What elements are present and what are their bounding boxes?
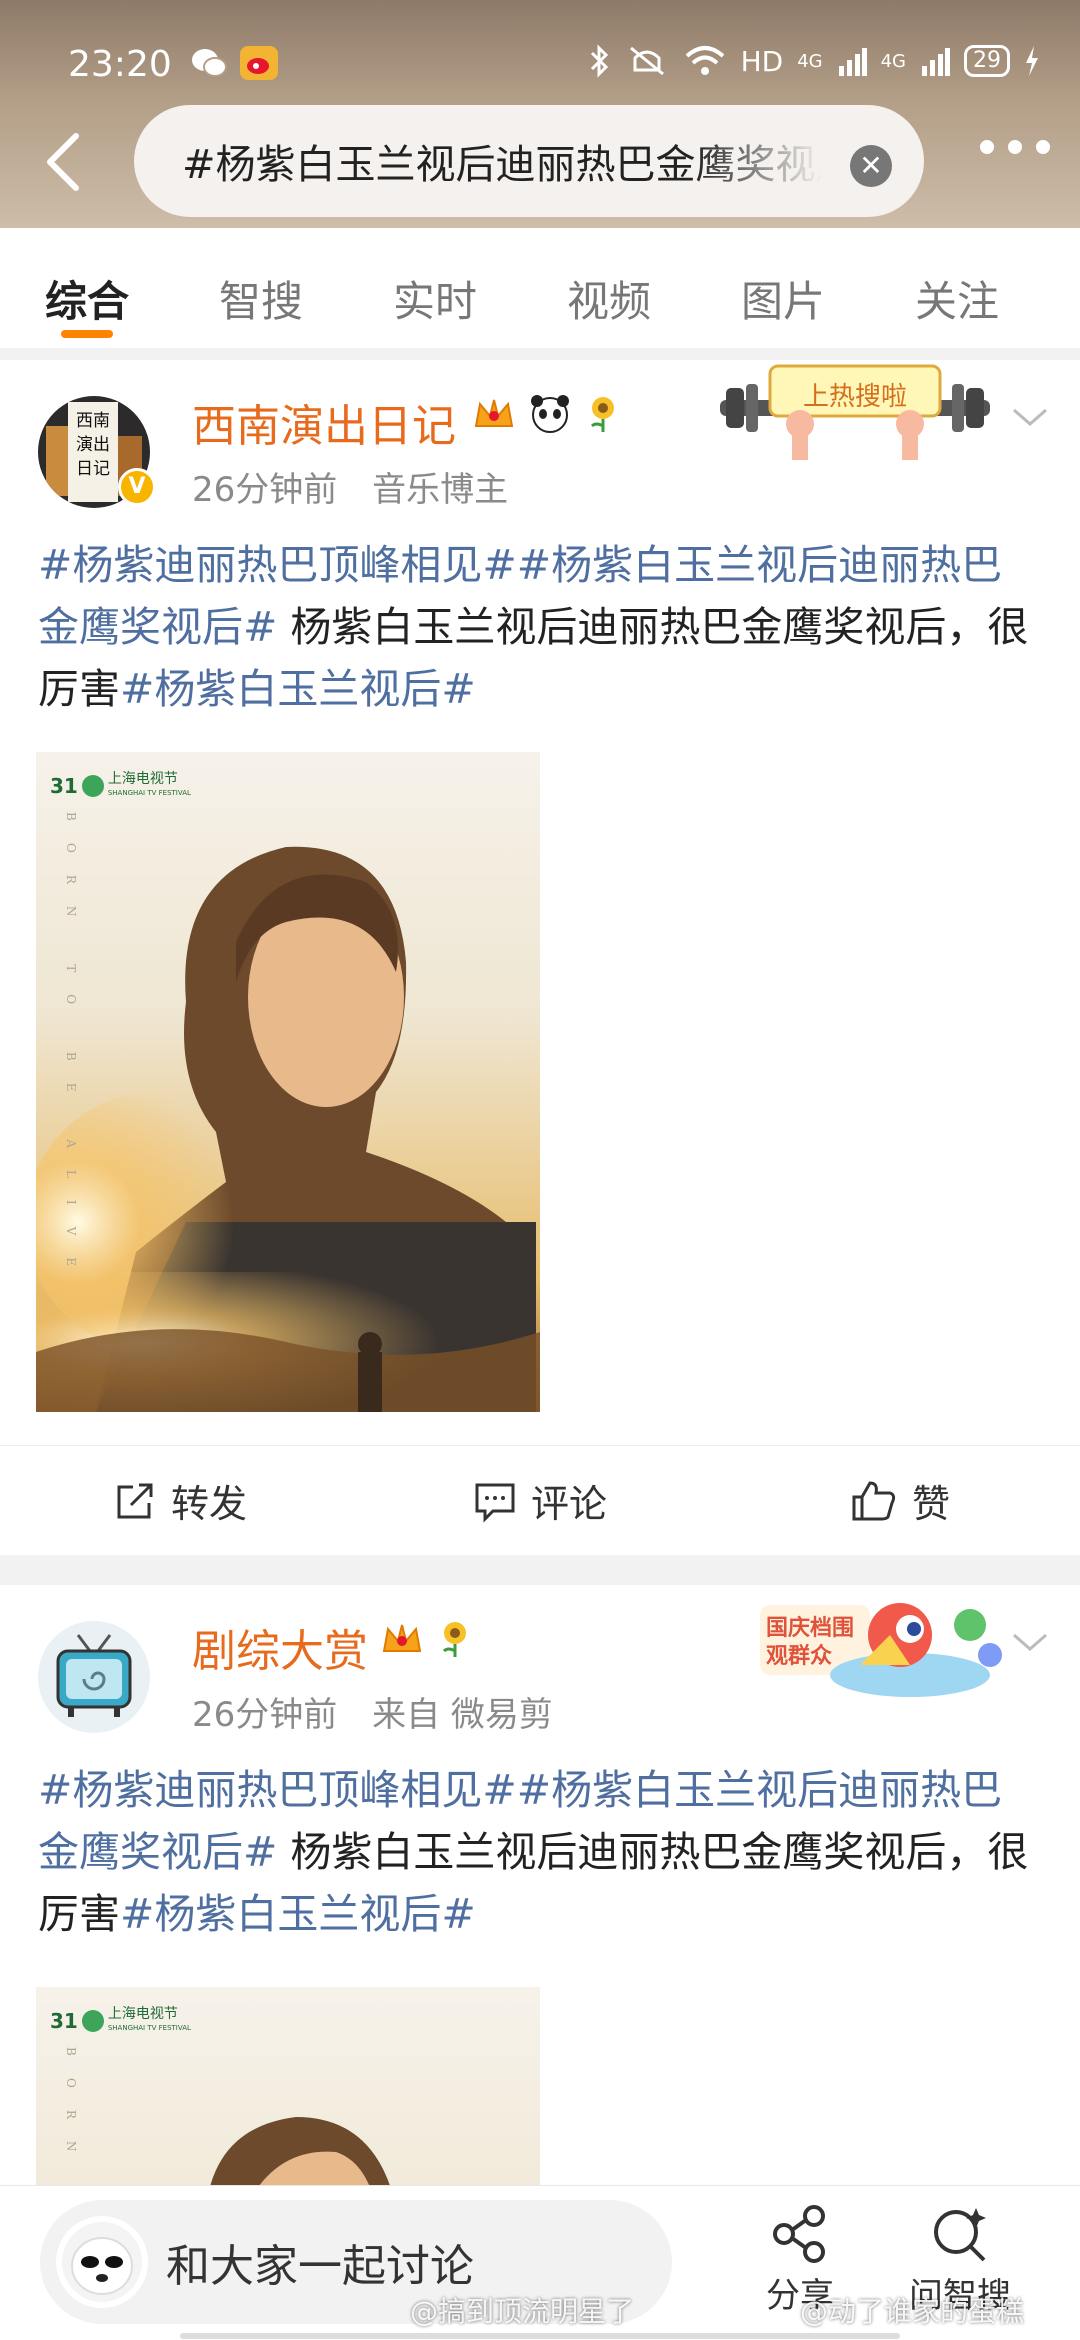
flower-icon	[81, 2010, 104, 2032]
like-label: 赞	[911, 1482, 950, 1526]
tab-video[interactable]: 视频	[522, 228, 696, 348]
tab-smart-search[interactable]: 智搜	[174, 228, 348, 348]
hashtag-link[interactable]: #杨紫迪丽热巴顶峰相见#	[38, 541, 517, 589]
repost-icon	[117, 1483, 153, 1518]
festival-name: 上海电视节	[107, 2006, 178, 2022]
sticker-label: 上热搜啦	[802, 382, 907, 412]
tab-realtime[interactable]: 实时	[348, 228, 522, 348]
dot	[1008, 140, 1022, 154]
share-icon	[773, 2205, 825, 2263]
sim2-label: 4G	[880, 50, 906, 72]
wechat-icon	[190, 46, 228, 80]
home-indicator[interactable]	[180, 2333, 900, 2339]
network-type: HD	[740, 44, 784, 78]
sunflower-icon	[590, 397, 614, 432]
chevron-down-icon	[1013, 408, 1047, 426]
status-time: 23:20	[68, 44, 172, 85]
back-arrow-icon	[47, 133, 79, 191]
wifi-icon	[685, 46, 724, 75]
panda-icon	[531, 395, 569, 433]
crown-icon	[382, 1624, 422, 1652]
chevron-down-icon	[1013, 1633, 1047, 1651]
dot	[980, 140, 994, 154]
back-button[interactable]	[40, 128, 90, 198]
festival-name: 上海电视节	[107, 771, 178, 787]
tab-images[interactable]: 图片	[696, 228, 870, 348]
festival-subtitle: SHANGHAI TV FESTIVAL	[107, 2024, 191, 2032]
sunflower-icon	[442, 1622, 466, 1657]
thumbs-up-icon	[852, 1480, 896, 1520]
post-menu-button[interactable]	[1010, 402, 1050, 432]
signal-icon	[922, 48, 950, 76]
clear-search-button[interactable]: ✕	[850, 145, 892, 187]
comment-button[interactable]: 评论	[360, 1446, 720, 1555]
post-meta: 26分钟前 音乐博主	[192, 462, 508, 511]
weibo-post: 西南 演出 日记 V 西南演出日记 26分钟前 音乐博主 上热搜啦 #杨紫迪丽热…	[0, 360, 1080, 1555]
svg-text:演出: 演出	[76, 435, 110, 455]
post-time: 26分钟前	[192, 1695, 338, 1735]
national-day-sticker: 国庆档围观群众	[760, 1595, 1010, 1705]
post-time: 26分钟前	[192, 470, 338, 510]
festival-subtitle: SHANGHAI TV FESTIVAL	[107, 789, 191, 797]
hashtag-link[interactable]: #杨紫白玉兰视后#	[120, 1890, 476, 1938]
poster-vertical-text: BORN TO BE ALIVE	[64, 812, 78, 1289]
repost-label: 转发	[170, 1482, 247, 1526]
sim1-label: 4G	[797, 50, 823, 72]
post-body: #杨紫迪丽热巴顶峰相见##杨紫白玉兰视后迪丽热巴金鹰奖视后# 杨紫白玉兰视后迪丽…	[38, 1759, 1038, 1945]
post-username[interactable]: 剧综大赏	[192, 1615, 368, 1679]
post-username[interactable]: 西南演出日记	[192, 390, 456, 454]
comment-label: 评论	[530, 1482, 607, 1526]
verified-badge-icon: V	[118, 468, 156, 506]
signal-icon	[838, 48, 867, 76]
hashtag-link[interactable]: #杨紫迪丽热巴顶峰相见#	[38, 1766, 517, 1814]
post-source: 来自 微易剪	[372, 1695, 553, 1735]
avatar[interactable]	[38, 1621, 150, 1733]
festival-logo: 31 上海电视节 SHANGHAI TV FESTIVAL	[50, 771, 191, 798]
weibo-icon	[240, 46, 278, 80]
hot-search-sticker: 上热搜啦	[720, 360, 990, 460]
svg-text:西南: 西南	[76, 411, 110, 431]
close-icon: ✕	[859, 149, 883, 182]
like-button[interactable]: 赞	[720, 1446, 1080, 1555]
top-header: 23:20 HD 4G 4G 29 #杨紫白玉兰视后迪丽热巴金鹰奖视后# ✕	[0, 0, 1080, 228]
bluetooth-icon	[590, 44, 608, 78]
battery-level: 29	[964, 45, 1010, 77]
poster-vertical-text: BORN	[64, 2047, 78, 2174]
user-badges	[472, 394, 622, 434]
post-image[interactable]: 31 上海电视节 SHANGHAI TV FESTIVAL BORN TO BE…	[36, 752, 540, 1412]
mute-icon	[629, 46, 664, 76]
sticker-label: 国庆档围观群众	[766, 1616, 855, 1669]
watermark: @动了谁家的蛋糕	[800, 2295, 1025, 2328]
watermark: @搞到顶流明星了	[410, 2295, 635, 2328]
repost-button[interactable]: 转发	[0, 1446, 360, 1555]
post-body: #杨紫迪丽热巴顶峰相见##杨紫白玉兰视后迪丽热巴金鹰奖视后# 杨紫白玉兰视后迪丽…	[38, 534, 1038, 720]
tab-following[interactable]: 关注	[870, 228, 1044, 348]
post-meta: 26分钟前 来自 微易剪	[192, 1687, 553, 1736]
search-input[interactable]: #杨紫白玉兰视后迪丽热巴金鹰奖视后# ✕	[134, 105, 924, 217]
dog-avatar	[56, 2216, 148, 2308]
crown-icon	[474, 399, 514, 427]
festival-logo: 31 上海电视节 SHANGHAI TV FESTIVAL	[50, 2006, 191, 2033]
more-button[interactable]	[980, 140, 1050, 154]
discuss-placeholder: 和大家一起讨论	[166, 2241, 474, 2292]
portrait-illustration	[36, 846, 540, 1412]
post-menu-button[interactable]	[1010, 1627, 1050, 1657]
search-query: #杨紫白玉兰视后迪丽热巴金鹰奖视后#	[182, 142, 822, 188]
post-source: 音乐博主	[372, 470, 509, 510]
flower-icon	[81, 775, 104, 797]
dot	[1036, 140, 1050, 154]
hashtag-link[interactable]: #杨紫白玉兰视后#	[120, 665, 476, 713]
comment-icon	[475, 1483, 515, 1523]
post-image[interactable]: 31 上海电视节 SHANGHAI TV FESTIVAL BORN	[36, 1987, 540, 2185]
status-right: HD 4G 4G 29	[589, 44, 1040, 78]
svg-text:日记: 日记	[76, 459, 110, 479]
weibo-post: 剧综大赏 26分钟前 来自 微易剪 国庆档围观群众 #杨紫迪丽热巴顶峰相见##杨…	[0, 1585, 1080, 2185]
search-tabs: 综合 智搜 实时 视频 图片 关注	[0, 228, 1080, 348]
tab-comprehensive[interactable]: 综合	[0, 228, 174, 348]
charging-icon	[1026, 46, 1038, 76]
post-actions: 转发 评论 赞	[0, 1445, 1080, 1555]
user-badges	[380, 1619, 474, 1659]
smart-search-icon	[934, 2208, 986, 2262]
